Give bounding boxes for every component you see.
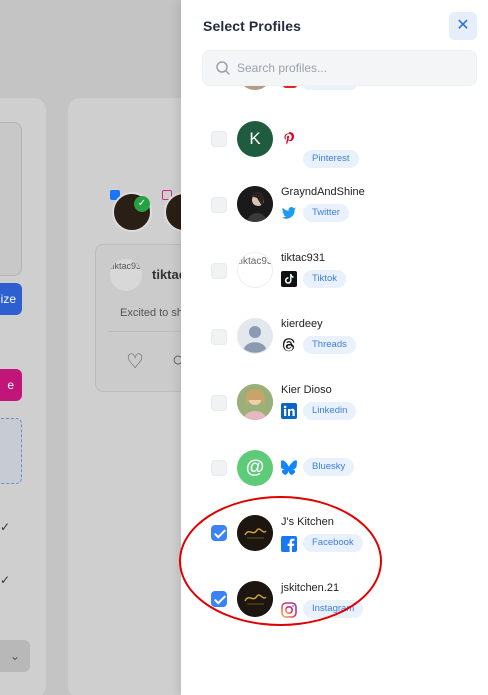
linkedin-icon: [281, 403, 297, 419]
bg-select-chevron-icon: ⌄: [0, 640, 30, 672]
heart-icon: ♡: [126, 351, 144, 373]
panel-title: Select Profiles: [203, 18, 301, 34]
platform-tag: Threads: [303, 336, 356, 354]
profile-row-linkedin[interactable]: Kier Dioso Linkedin: [181, 370, 488, 436]
platform-tag: Instagram: [303, 600, 364, 618]
kitchen-logo-avatar: [237, 515, 273, 551]
select-profiles-panel: Select Profiles ✕ K Pinterest: [181, 0, 488, 695]
profile-row-pinterest[interactable]: K Pinterest: [181, 106, 488, 172]
profile-row-instagram[interactable]: jskitchen.21 Instagram: [181, 568, 488, 634]
profile-row-facebook[interactable]: J's Kitchen Facebook: [181, 502, 488, 568]
post-textarea: [0, 122, 22, 276]
kitchen-logo-avatar: [237, 581, 273, 617]
profile-row-threads[interactable]: kierdeey Threads: [181, 304, 488, 370]
twitter-icon: [281, 207, 296, 219]
platform-tag: Facebook: [303, 534, 363, 552]
profile-checkbox-checked[interactable]: [211, 591, 227, 607]
profile-name: kierdeey: [281, 318, 323, 330]
profile-name: Kier Dioso: [281, 384, 332, 396]
bg-check-icon: ✓: [0, 573, 11, 587]
platform-tag: [303, 86, 357, 90]
upload-dropzone: [0, 418, 22, 484]
at-sign-icon: @: [237, 450, 273, 486]
platform-tag: Tiktok: [303, 270, 346, 288]
post-avatar: tiktac931: [110, 259, 142, 291]
post-text: Excited to sh: [120, 307, 183, 319]
profile-name: GrayndAndShine: [281, 186, 365, 198]
avatar: [237, 186, 273, 222]
profile-checkbox[interactable]: [211, 263, 227, 279]
profile-checkbox-checked[interactable]: [211, 525, 227, 541]
check-icon: ✓: [134, 196, 150, 212]
youtube-icon: [283, 86, 297, 88]
profile-name: J's Kitchen: [281, 516, 334, 528]
profile-list: K Pinterest GrayndAndShine Twitter tikta…: [181, 86, 488, 695]
bg-pink-button: e: [0, 369, 22, 401]
platform-tag: Linkedin: [303, 402, 357, 420]
profile-checkbox[interactable]: [211, 395, 227, 411]
profile-row-twitter[interactable]: GrayndAndShine Twitter: [181, 172, 488, 238]
profile-row-tiktok[interactable]: tiktac931 tiktac931 Tiktok: [181, 238, 488, 304]
avatar: K: [237, 121, 273, 157]
profile-checkbox[interactable]: [211, 460, 227, 476]
pinterest-icon: [282, 132, 296, 146]
profile-checkbox[interactable]: [211, 329, 227, 345]
profile-name: jskitchen.21: [281, 582, 340, 594]
avatar: [238, 86, 272, 90]
search-icon: [216, 61, 230, 75]
default-user-icon: [237, 318, 273, 354]
bg-check-icon: ✓: [0, 520, 11, 534]
platform-tag: Twitter: [303, 204, 349, 222]
platform-tag: Pinterest: [303, 150, 359, 168]
platform-tag: Bluesky: [303, 458, 355, 476]
profile-checkbox[interactable]: [211, 197, 227, 213]
bluesky-icon: [281, 460, 297, 475]
bg-blue-button: ize: [0, 283, 22, 315]
instagram-icon: [281, 602, 297, 618]
profile-name: tiktac931: [281, 252, 326, 264]
facebook-icon: [281, 536, 297, 552]
search-input[interactable]: [237, 51, 467, 85]
avatar: [237, 384, 273, 420]
close-button[interactable]: ✕: [449, 12, 477, 40]
profile-row-bluesky[interactable]: @ Bluesky: [181, 436, 488, 502]
avatar: tiktac931: [237, 252, 273, 288]
tiktok-icon: [281, 271, 297, 287]
threads-icon: [283, 338, 295, 352]
profile-checkbox[interactable]: [211, 131, 227, 147]
search-box: [202, 50, 477, 86]
